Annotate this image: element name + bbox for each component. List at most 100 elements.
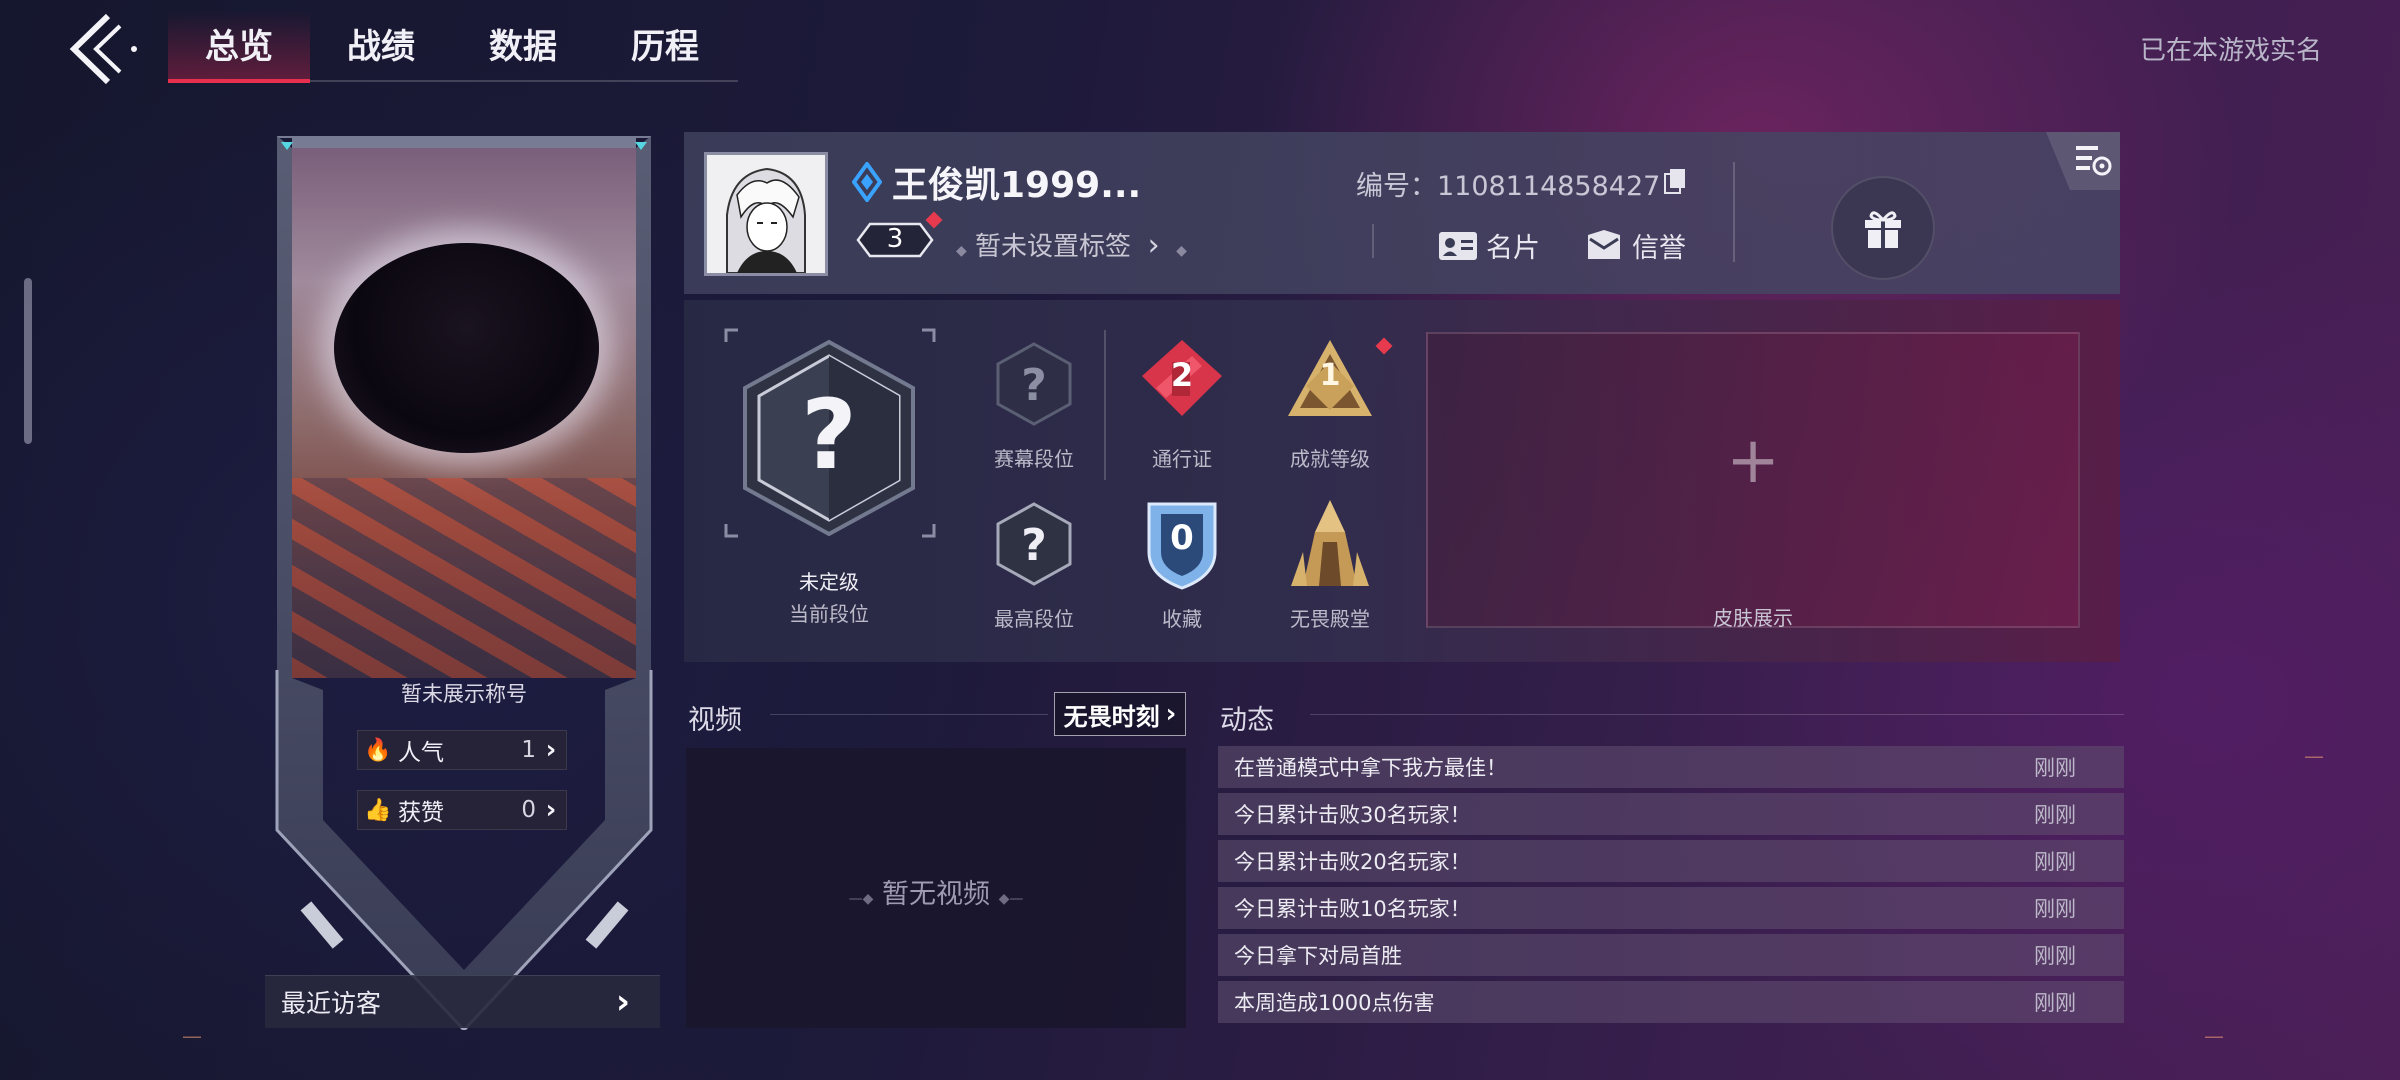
- recent-visitors-button[interactable]: 最近访客 ›: [265, 975, 660, 1028]
- likes-row[interactable]: 👍 获赞 0 ›: [357, 790, 567, 830]
- svg-text:?: ?: [1021, 520, 1047, 571]
- realname-status: 已在本游戏实名: [2139, 36, 2322, 66]
- decorative-mark: —: [2204, 1024, 2224, 1048]
- skin-showcase[interactable]: + 皮肤展示: [1426, 332, 2080, 630]
- collection-button[interactable]: 0: [1137, 496, 1227, 592]
- id-card-icon: [1439, 231, 1477, 260]
- rank-panel: ? 未定级 当前段位 ? 赛幕段位 ? 最高段位 2 通行证 1 成就等级 0 …: [684, 300, 2120, 662]
- chevron-right-icon: ›: [1165, 699, 1177, 729]
- likes-label: 获赞: [398, 800, 444, 826]
- temple-icon: [1291, 500, 1369, 586]
- feed-item: 今日累计击败20名玩家！ 刚刚: [1218, 840, 2124, 882]
- avatar[interactable]: [704, 152, 828, 276]
- feed-item: 在普通模式中拿下我方最佳！ 刚刚: [1218, 746, 2124, 788]
- highest-rank-emblem[interactable]: ?: [990, 500, 1078, 592]
- tab-history[interactable]: 历程: [594, 10, 736, 80]
- feed-item-time: 刚刚: [2034, 897, 2076, 921]
- dark-sphere-art: [334, 243, 599, 453]
- player-id: 编号：1108114858427: [1356, 164, 1660, 203]
- id-label: 编号：: [1356, 171, 1437, 202]
- tag-text: 暂未设置标签: [975, 232, 1132, 262]
- section-divider-line: [1310, 714, 2124, 715]
- tag-setting-link[interactable]: ◆ 暂未设置标签 › ◆: [956, 226, 1187, 263]
- achievement-value: 1: [1319, 358, 1341, 393]
- back-button[interactable]: [60, 12, 150, 86]
- fire-icon: 🔥: [364, 737, 392, 763]
- feed-item: 今日累计击败30名玩家！ 刚刚: [1218, 793, 2124, 835]
- credit-button[interactable]: 信誉: [1586, 226, 1686, 265]
- collection-label: 收藏: [1162, 607, 1202, 631]
- recent-visitors-label: 最近访客: [281, 989, 382, 1018]
- side-scroll-handle[interactable]: [24, 278, 32, 444]
- no-video-text: —◆ 暂无视频 ◆—: [848, 879, 1024, 910]
- season-rank-label: 赛幕段位: [994, 447, 1074, 471]
- decorative-mark: —: [182, 1024, 202, 1048]
- popularity-row[interactable]: 🔥 人气 1 ›: [357, 730, 567, 770]
- svg-text:?: ?: [1021, 360, 1047, 411]
- thumbs-up-icon: 👍: [364, 797, 392, 823]
- season-rank-emblem[interactable]: ?: [990, 340, 1078, 432]
- likes-value: 0: [521, 797, 536, 823]
- title-status: 暂未展示称号: [401, 682, 527, 706]
- pass-value: 2: [1170, 356, 1194, 394]
- achievement-button[interactable]: 1: [1280, 336, 1393, 426]
- chevron-right-icon: ›: [1147, 228, 1160, 263]
- collection-value: 0: [1170, 518, 1194, 558]
- profile-header: 王俊凯1999... 3 ◆ 暂未设置标签 › ◆ 编号：11081148584…: [684, 132, 2120, 294]
- divider: [1733, 162, 1735, 262]
- achievement-label: 成就等级: [1290, 447, 1370, 471]
- popularity-value: 1: [521, 737, 536, 763]
- popularity-label: 人气: [398, 740, 444, 766]
- credit-label: 信誉: [1632, 233, 1686, 264]
- list-settings-icon: [2046, 132, 2120, 190]
- gift-icon: [1865, 211, 1901, 248]
- gift-button[interactable]: [1831, 176, 1935, 280]
- feed-item-text: 在普通模式中拿下我方最佳！: [1234, 756, 1507, 780]
- highest-rank-hex-icon: ?: [996, 502, 1072, 586]
- level-value: 3: [886, 224, 904, 254]
- feed-item-time: 刚刚: [2034, 803, 2076, 827]
- feed-item-time: 刚刚: [2034, 756, 2076, 780]
- copy-icon[interactable]: [1664, 168, 1686, 194]
- highest-rank-label: 最高段位: [994, 607, 1074, 631]
- skin-showcase-label: 皮肤展示: [1713, 606, 1793, 630]
- level-badge[interactable]: 3: [854, 211, 943, 260]
- settings-menu-button[interactable]: [2046, 132, 2120, 190]
- no-video-label: 暂无视频: [882, 879, 990, 910]
- tab-data[interactable]: 数据: [452, 10, 594, 80]
- season-rank-hex-icon: ?: [996, 342, 1072, 426]
- chevron-right-icon: ›: [545, 795, 557, 825]
- add-plus-icon: +: [1726, 424, 1780, 498]
- tab-record[interactable]: 战绩: [310, 10, 452, 80]
- pass-label: 通行证: [1152, 447, 1212, 471]
- tab-overview[interactable]: 总览: [168, 10, 310, 83]
- fearless-moment-button[interactable]: 无畏时刻 ›: [1054, 692, 1186, 736]
- feed-list: 在普通模式中拿下我方最佳！ 刚刚 今日累计击败30名玩家！ 刚刚 今日累计击败20名…: [1218, 746, 2124, 1028]
- credit-envelope-icon: [1588, 229, 1620, 259]
- player-name: 王俊凯1999...: [892, 165, 1142, 206]
- decorative-mark: —: [2304, 744, 2324, 768]
- feed-item-time: 刚刚: [2034, 991, 2076, 1015]
- feed-item-text: 本周造成1000点伤害: [1234, 991, 1435, 1015]
- current-rank-emblem[interactable]: ?: [739, 338, 919, 538]
- id-value: 1108114858427: [1437, 171, 1661, 202]
- player-card: 暂未展示称号 🔥 人气 1 › 👍 获赞 0 ›: [275, 130, 653, 1030]
- feed-item-text: 今日累计击败30名玩家！: [1234, 803, 1471, 827]
- feed-item-time: 刚刚: [2034, 850, 2076, 874]
- feed-item-text: 今日拿下对局首胜: [1234, 944, 1402, 968]
- feed-item-time: 刚刚: [2034, 944, 2076, 968]
- chevron-right-icon: ›: [616, 982, 631, 1022]
- unranked-hex-icon: ?: [743, 339, 915, 537]
- rooftops-art: [292, 478, 636, 678]
- battle-pass-button[interactable]: 2: [1132, 336, 1232, 426]
- current-rank-label: 当前段位: [789, 602, 869, 626]
- top-tabs: 总览 战绩 数据 历程: [168, 10, 738, 83]
- anime-avatar-image: [707, 155, 825, 273]
- feed-section-title: 动态: [1220, 705, 1274, 736]
- feed-item: 今日累计击败10名玩家！ 刚刚: [1218, 887, 2124, 929]
- section-divider-line: [770, 714, 1048, 715]
- card-artwork: [292, 148, 636, 678]
- hall-button[interactable]: [1285, 496, 1375, 592]
- feed-item-text: 今日累计击败10名玩家！: [1234, 897, 1471, 921]
- name-card-button[interactable]: 名片: [1438, 226, 1540, 265]
